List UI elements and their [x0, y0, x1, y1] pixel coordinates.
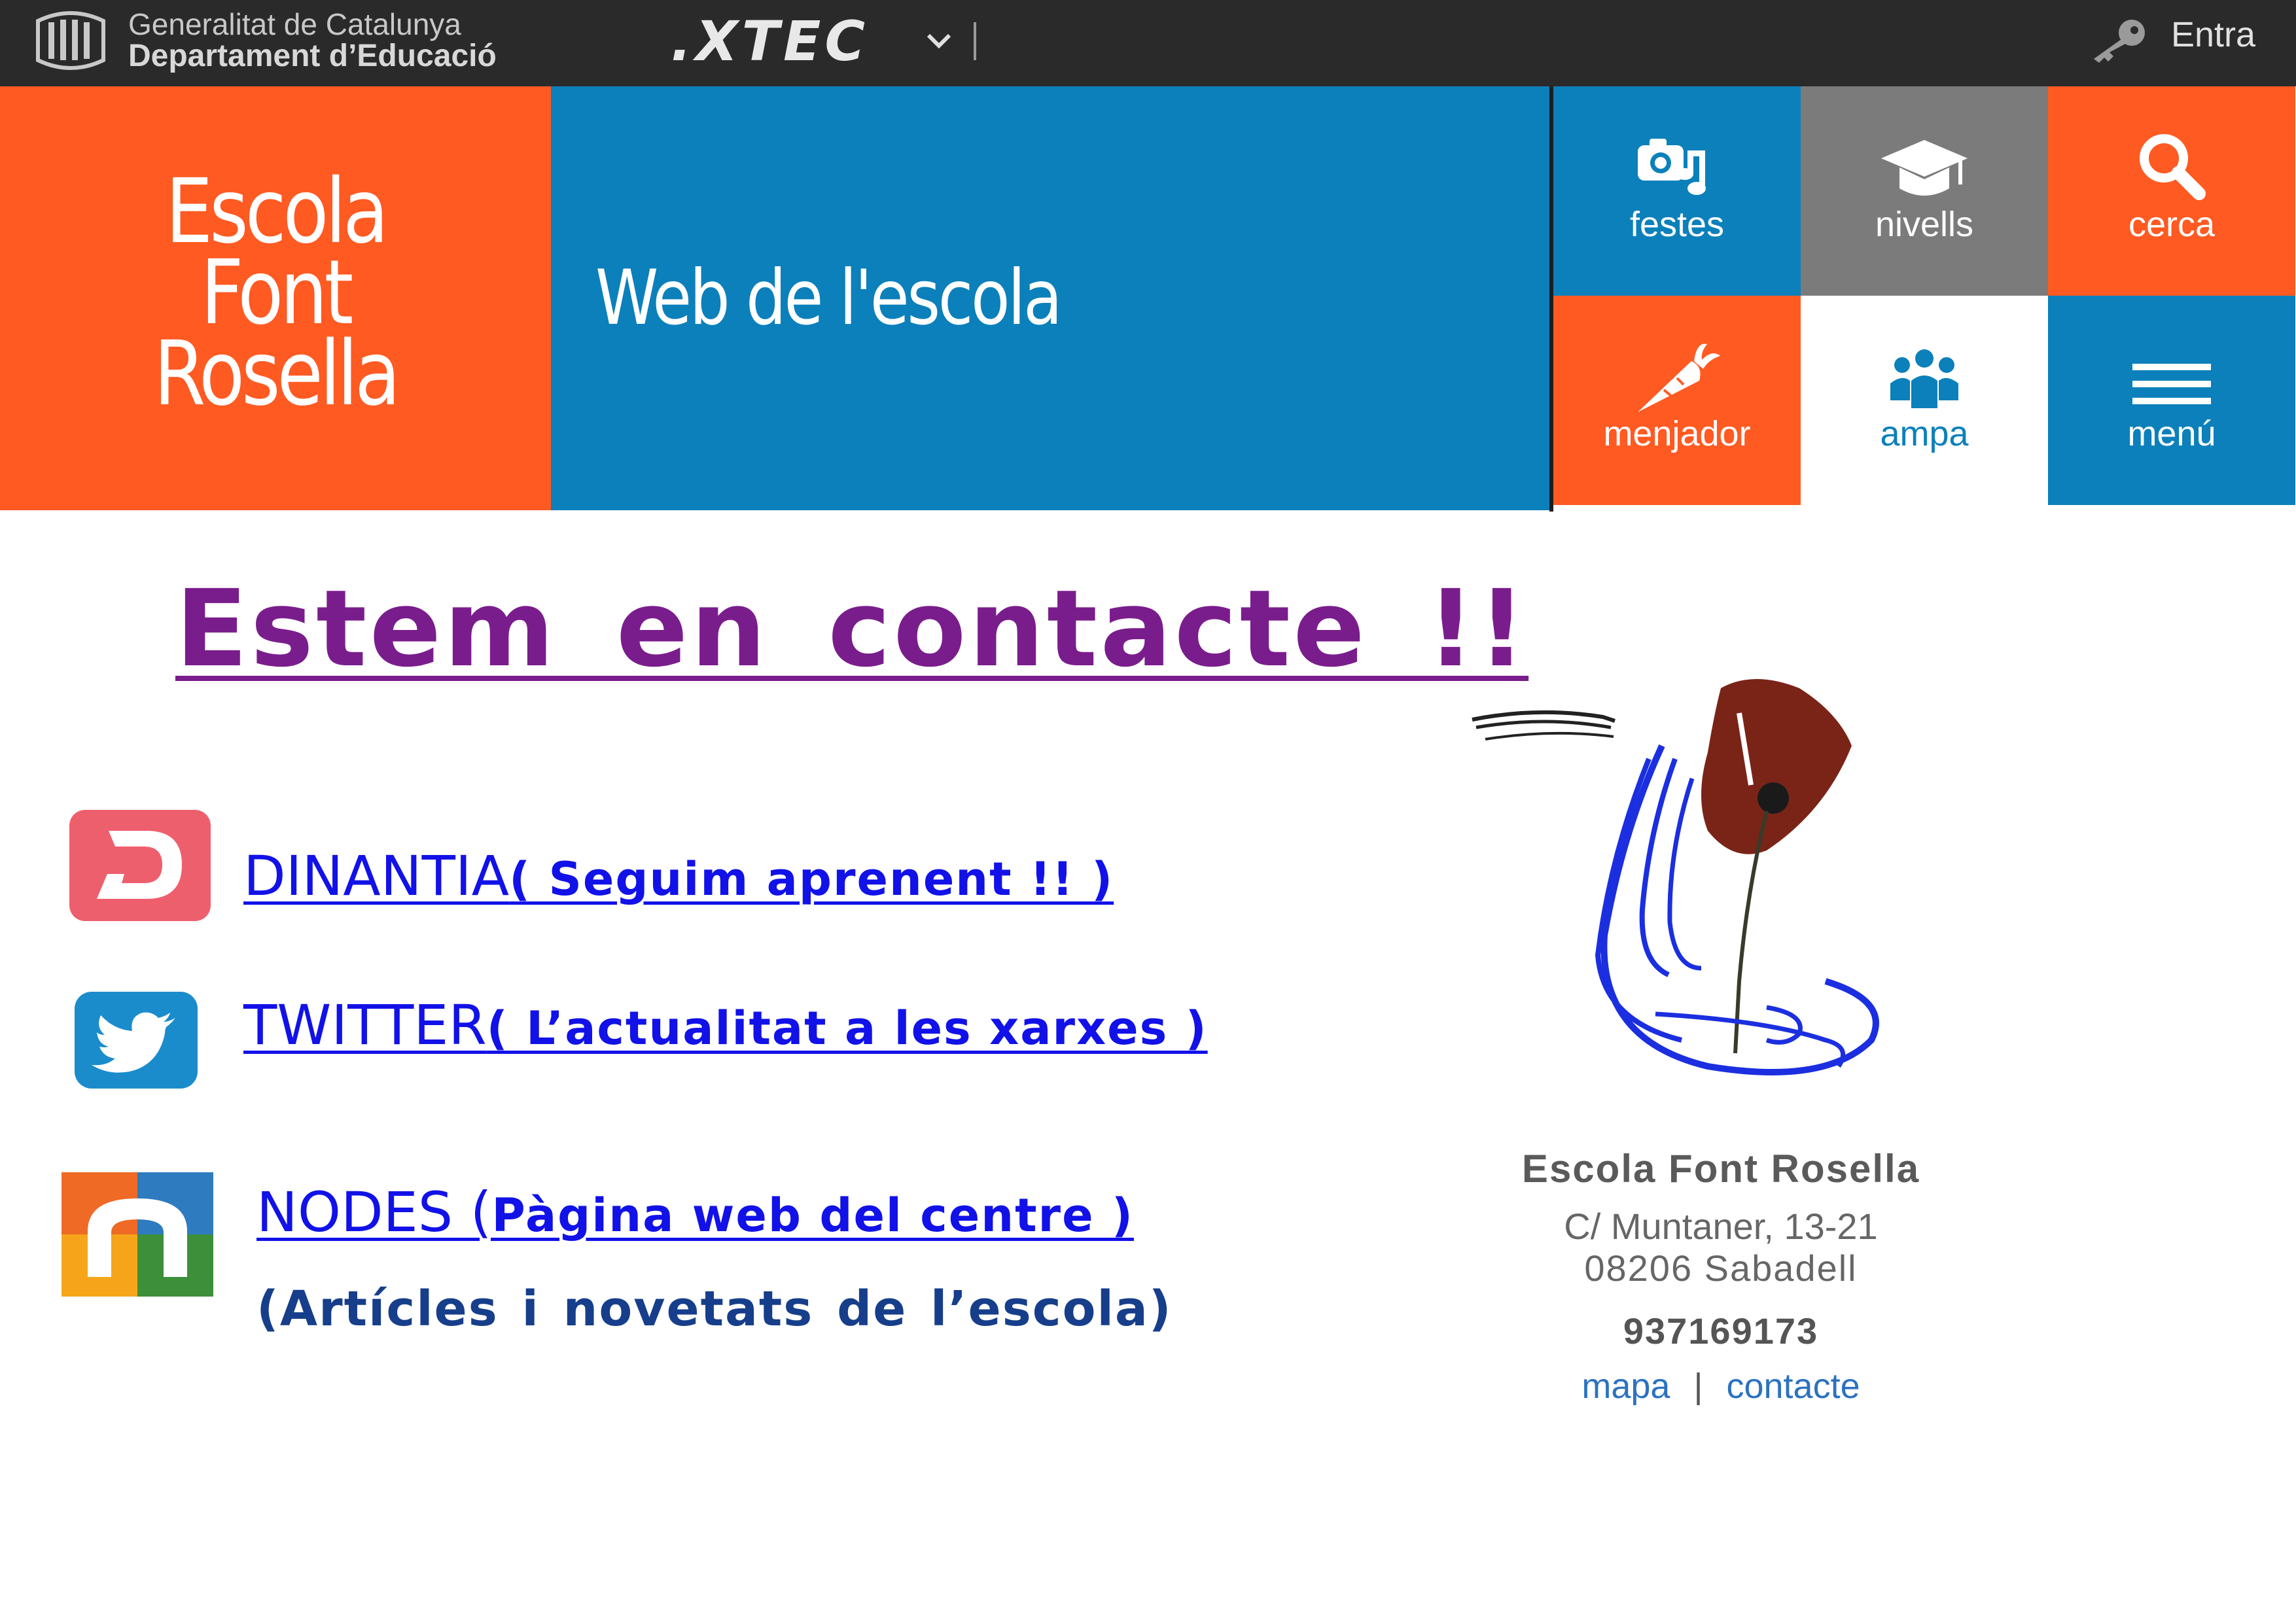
hamburger-menu-icon — [2132, 364, 2211, 404]
carrot-icon — [1638, 343, 1720, 412]
tile-cerca-label: cerca — [2128, 205, 2216, 244]
address-city: 08206 Sabadell — [1584, 1248, 1858, 1289]
nodes-link-name: NODES ( — [256, 1180, 492, 1244]
address-links-separator: | — [1693, 1367, 1703, 1406]
school-name-line-2: Font — [200, 241, 354, 345]
nodes-link[interactable]: NODES (Pàgina web del centre ) — [256, 1180, 1134, 1244]
web-title-block: Web de l'escola — [551, 86, 1551, 510]
nodes-subtitle: (Artícles i novetats de l’escola) — [256, 1281, 1173, 1337]
generalitat-name: Generalitat de Catalunya — [128, 7, 461, 41]
school-name-line-3: Rosella — [153, 323, 400, 426]
dinantia-icon[interactable] — [56, 803, 221, 926]
contact-heading: Estem en contacte !! — [175, 568, 1529, 691]
tile-menjador-label: menjador — [1603, 414, 1751, 453]
tile-festes[interactable]: festes — [1553, 86, 1801, 296]
topbar-divider — [974, 22, 976, 60]
tile-menu[interactable]: menú — [2048, 296, 2295, 505]
map-link[interactable]: mapa — [1581, 1366, 1670, 1406]
school-name-block[interactable]: Escola Font Rosella — [0, 86, 551, 510]
tile-nivells-label: nivells — [1875, 205, 1974, 244]
twitter-link-desc: ( L’actualitat a les xarxes ) — [486, 1002, 1208, 1055]
address-phone: 937169173 — [1623, 1310, 1819, 1352]
address-street: C/ Muntaner, 13-21 — [1564, 1206, 1878, 1247]
dinantia-link[interactable]: DINANTIA( Seguim aprenent !! ) — [243, 844, 1114, 908]
people-group-icon — [1890, 349, 1958, 408]
address-school-name: Escola Font Rosella — [1521, 1147, 1920, 1191]
tile-menjador[interactable]: menjador — [1553, 296, 1801, 505]
web-title: Web de l'escola — [595, 254, 1063, 342]
camera-music-icon — [1638, 139, 1706, 195]
tile-ampa[interactable]: ampa — [1801, 296, 2048, 505]
contact-link[interactable]: contacte — [1726, 1366, 1860, 1406]
nodes-link-desc: Pàgina web del centre ) — [491, 1189, 1134, 1242]
tile-nivells[interactable]: nivells — [1801, 86, 2048, 296]
graduation-cap-icon — [1881, 140, 1968, 196]
dinantia-link-desc: ( Seguim aprenent !! ) — [509, 852, 1114, 906]
tile-festes-label: festes — [1629, 205, 1725, 244]
address-links: mapa | contacte — [1459, 1366, 1983, 1406]
school-logo-poppy — [1472, 679, 1879, 1075]
key-icon[interactable] — [2087, 16, 2149, 63]
top-bar: Generalitat de Catalunya Departament d’E… — [0, 0, 2296, 86]
school-name-line-1: Escola — [166, 160, 389, 264]
login-link[interactable]: Entra — [2171, 14, 2255, 55]
chevron-down-icon[interactable] — [919, 21, 959, 60]
tile-cerca[interactable]: cerca — [2048, 86, 2295, 296]
twitter-link[interactable]: TWITTER( L’actualitat a les xarxes ) — [243, 993, 1208, 1057]
dinantia-link-name: DINANTIA — [243, 844, 510, 908]
tile-menu-label: menú — [2127, 414, 2216, 453]
search-icon — [2140, 134, 2206, 200]
generalitat-logo-icon — [36, 11, 105, 70]
twitter-icon[interactable] — [71, 989, 202, 1091]
school-name: Escola Font Rosella — [44, 160, 506, 426]
nodes-icon[interactable] — [62, 1172, 213, 1297]
xtec-logo[interactable]: .XTEC — [671, 9, 869, 73]
department-name: Departament d’Educació — [128, 39, 497, 73]
twitter-link-name: TWITTER — [243, 993, 487, 1057]
tile-ampa-label: ampa — [1880, 414, 1969, 453]
